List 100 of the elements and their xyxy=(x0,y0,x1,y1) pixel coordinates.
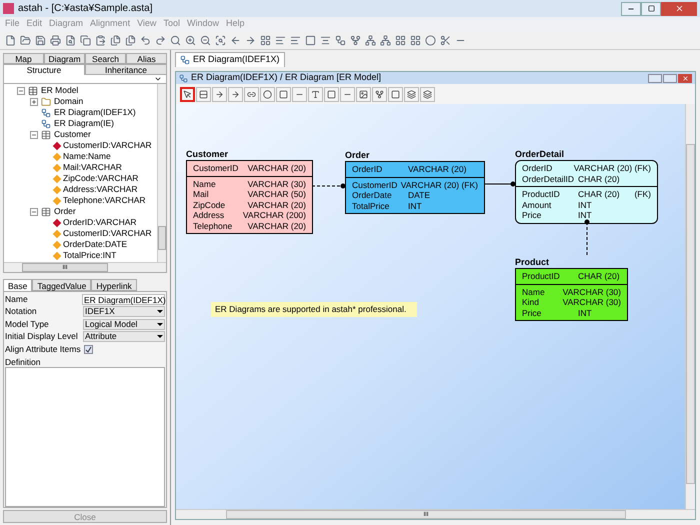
back-arrow-icon[interactable] xyxy=(230,34,241,46)
tool-button[interactable] xyxy=(340,86,355,102)
explorer-tab[interactable]: Alias xyxy=(126,53,167,64)
explorer-tab[interactable]: Inheritance xyxy=(85,64,167,75)
explorer-tab[interactable]: Diagram xyxy=(44,53,85,64)
attribute-type: VARCHAR (200) xyxy=(242,210,306,220)
tool-button[interactable] xyxy=(356,86,371,102)
dropdown-field[interactable]: IDEF1X xyxy=(83,306,165,318)
tree-item[interactable]: CustomerID:VARCHAR xyxy=(63,139,152,152)
attribute-name: Name xyxy=(193,178,217,189)
property-tab[interactable]: Hyperlink xyxy=(91,279,137,291)
attribute-type: VARCHAR (20) (FK) xyxy=(400,180,478,190)
collapse-toggle[interactable] xyxy=(16,86,24,94)
property-tab[interactable]: Base xyxy=(3,279,32,291)
tool-button[interactable] xyxy=(260,86,275,102)
tool-button[interactable] xyxy=(212,86,227,102)
diagram-tab[interactable]: ER Diagram(IDEF1X) xyxy=(175,52,285,67)
name-field[interactable]: ER Diagram(IDEF1X) xyxy=(82,294,165,305)
dropdown-field[interactable]: Attribute xyxy=(83,331,165,342)
print-preview-icon[interactable] xyxy=(65,34,76,46)
search-icon[interactable] xyxy=(170,34,181,46)
close-button[interactable] xyxy=(678,74,692,82)
tree-item[interactable]: TotalPrice:INT xyxy=(63,249,116,262)
tool-button[interactable] xyxy=(292,86,307,102)
tree-item[interactable]: Address:VARCHAR xyxy=(63,183,138,196)
zoom-out-icon[interactable] xyxy=(200,34,211,46)
layout-icon[interactable] xyxy=(395,34,406,46)
tree-item[interactable]: Domain xyxy=(54,95,84,108)
explorer-tab[interactable]: Structure xyxy=(3,64,85,75)
restore-button[interactable] xyxy=(663,74,677,82)
grid-icon[interactable] xyxy=(260,34,271,46)
open-folder-icon[interactable] xyxy=(20,34,31,46)
tool-button[interactable] xyxy=(324,86,339,102)
tree-item[interactable]: ZipCode:VARCHAR xyxy=(63,172,138,185)
tree-item[interactable]: OrderID:VARCHAR xyxy=(63,216,137,229)
tool-button[interactable] xyxy=(404,86,419,102)
tree-item[interactable]: Mail:VARCHAR xyxy=(63,161,122,174)
tool-button[interactable] xyxy=(228,86,243,102)
expand-toggle[interactable] xyxy=(30,98,38,106)
save-icon[interactable] xyxy=(35,34,46,46)
minus-icon xyxy=(18,88,24,94)
tool-button[interactable] xyxy=(308,86,323,102)
vertical-scrollbar[interactable] xyxy=(157,84,166,262)
undo-icon[interactable] xyxy=(140,34,151,46)
explorer-tab[interactable]: Map xyxy=(3,53,44,64)
entity-name: OrderDetail xyxy=(515,148,566,160)
attribute-name: OrderID xyxy=(352,164,384,174)
hierarchy-icon[interactable] xyxy=(380,34,391,46)
maximize-button[interactable] xyxy=(641,2,661,16)
zoom-in-icon[interactable] xyxy=(185,34,196,46)
tree-item[interactable]: ER Diagram(IE) xyxy=(54,117,114,130)
attribute-type: INT xyxy=(408,200,422,211)
tree-item[interactable]: Order xyxy=(54,205,76,218)
tool-button[interactable] xyxy=(244,86,259,102)
tree-item[interactable]: ER Model xyxy=(41,84,78,97)
attribute-name: CustomerID xyxy=(352,180,398,190)
redo-icon[interactable] xyxy=(155,34,166,46)
checkbox[interactable] xyxy=(84,344,93,354)
duplicate-icon[interactable] xyxy=(110,34,121,46)
circle-icon[interactable] xyxy=(425,34,436,46)
new-file-icon[interactable] xyxy=(5,34,16,46)
tool-button[interactable] xyxy=(180,86,195,102)
arrange-icon[interactable] xyxy=(410,34,421,46)
collapse-toggle[interactable] xyxy=(30,208,38,216)
zoom-fit-icon[interactable] xyxy=(215,34,226,46)
forward-arrow-icon[interactable] xyxy=(245,34,256,46)
tool-button[interactable] xyxy=(196,86,211,102)
tool-button[interactable] xyxy=(372,86,387,102)
stack-icon[interactable] xyxy=(320,34,331,46)
definition-field[interactable] xyxy=(5,366,165,507)
documents-icon[interactable] xyxy=(125,34,136,46)
copy-icon[interactable] xyxy=(80,34,91,46)
align-left-icon[interactable] xyxy=(275,34,286,46)
tree-item[interactable]: Name:Name xyxy=(63,150,111,163)
explorer-tab[interactable]: Search xyxy=(85,53,126,64)
vertical-scrollbar[interactable] xyxy=(685,104,695,509)
tool-button[interactable] xyxy=(276,86,291,102)
tree-item[interactable]: ER Diagram(IDEF1X) xyxy=(54,106,136,119)
tree-item[interactable]: Customer xyxy=(54,128,91,141)
dropdown-icon[interactable] xyxy=(154,75,162,83)
attribute-name: OrderID xyxy=(522,163,554,174)
close-button[interactable] xyxy=(661,2,697,16)
attribute-type: CHAR (20) xyxy=(578,174,620,184)
text-tool-icon xyxy=(311,90,320,98)
tree-item[interactable]: Telephone:VARCHAR xyxy=(63,194,146,207)
property-tab[interactable]: TaggedValue xyxy=(32,279,92,291)
plus-icon xyxy=(30,98,36,104)
minimize-button[interactable] xyxy=(648,74,662,82)
paste-icon[interactable] xyxy=(95,34,106,46)
dropdown-field[interactable]: Logical Model xyxy=(83,318,165,330)
tool-button[interactable] xyxy=(388,86,403,102)
print-icon[interactable] xyxy=(50,34,61,46)
tool-button[interactable] xyxy=(420,86,435,102)
tree-item[interactable]: OrderDate:DATE xyxy=(63,238,128,251)
diagram-icon xyxy=(179,74,188,82)
tree-layout-icon[interactable] xyxy=(365,34,376,46)
tree-item[interactable]: CustomerID:VARCHAR xyxy=(63,227,152,240)
cut-line-icon[interactable] xyxy=(440,34,451,46)
scrollbar-thumb[interactable] xyxy=(158,226,166,250)
collapse-toggle[interactable] xyxy=(30,130,38,138)
